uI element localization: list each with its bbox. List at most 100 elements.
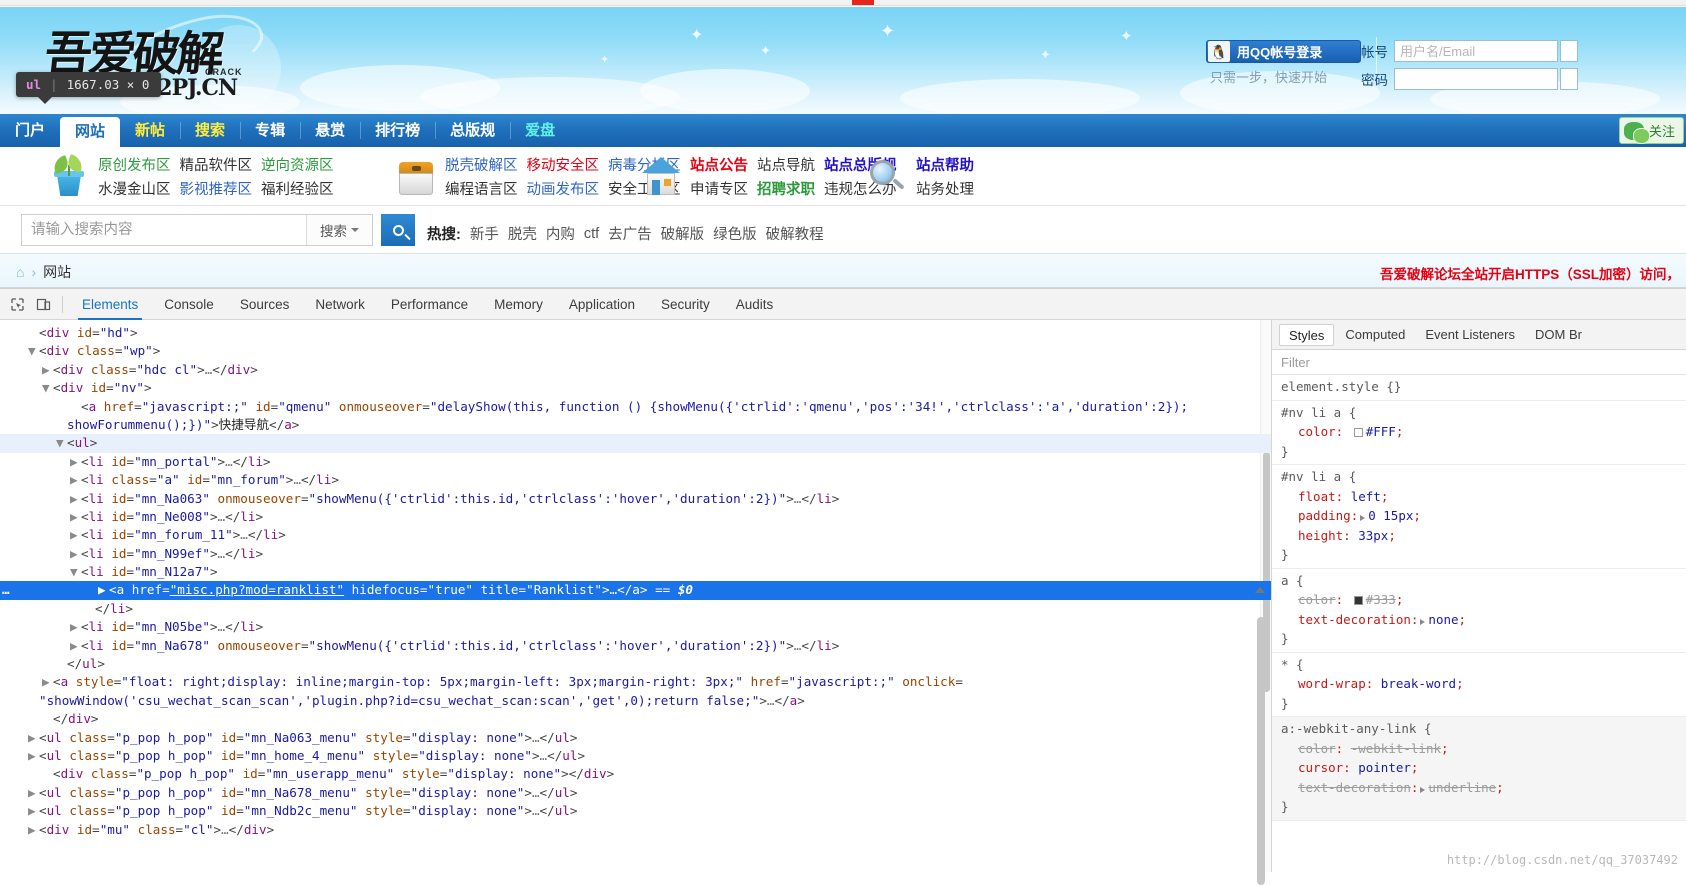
dom-tree-pane[interactable]: <div id="hd"> ▼ <div class="wp"> ▶ <div clas… xyxy=(0,320,1271,872)
nav-item-网站[interactable]: 网站 xyxy=(60,117,121,147)
css-declaration[interactable]: padding: 0 15px; xyxy=(1281,506,1686,526)
expand-triangle-icon[interactable]: ▶ xyxy=(70,453,81,471)
dom-node-selected[interactable]: … ▶ <a href="misc.php?mod=ranklist" hidefo… xyxy=(0,581,1271,600)
account-input[interactable] xyxy=(1394,40,1558,62)
dom-node[interactable]: ▶ <ul class="p_pop h_pop" id="mn_Na063_me… xyxy=(0,729,1271,747)
collapse-triangle-icon[interactable]: ▼ xyxy=(56,434,67,452)
expand-triangle-icon[interactable]: ▶ xyxy=(70,618,81,636)
expand-triangle-icon[interactable]: ▶ xyxy=(28,747,39,765)
quick-link[interactable]: 站点帮助 xyxy=(916,154,974,175)
quick-link[interactable]: 脱壳破解区 xyxy=(445,154,518,175)
expand-shorthand-icon[interactable] xyxy=(1420,786,1426,793)
dom-node[interactable]: ▶ <div id="mu" class="cl">…</div> xyxy=(0,821,1271,839)
styles-scrollbar-thumb[interactable] xyxy=(1257,617,1265,885)
devtools-tab-console[interactable]: Console xyxy=(151,289,227,320)
quick-link[interactable]: 招聘求职 xyxy=(757,178,815,199)
inspect-element-icon[interactable] xyxy=(4,292,30,316)
quick-link[interactable]: 站点公告 xyxy=(690,154,748,175)
dom-node[interactable]: ▼ <ul> xyxy=(0,434,1271,453)
nav-item-专辑[interactable]: 专辑 xyxy=(240,114,300,147)
collapse-triangle-icon[interactable]: ▼ xyxy=(70,563,81,581)
nav-item-总版规[interactable]: 总版规 xyxy=(435,114,510,147)
dom-node[interactable]: <div class="p_pop h_pop" id="mn_userapp_… xyxy=(0,765,1271,783)
dom-node[interactable]: ▶ <li id="mn_portal">…</li> xyxy=(0,453,1271,471)
devtools-tab-elements[interactable]: Elements xyxy=(69,289,151,320)
breadcrumb-current[interactable]: 网站 xyxy=(43,262,71,282)
password-input[interactable] xyxy=(1394,68,1558,90)
styles-filter-input[interactable]: Filter xyxy=(1272,350,1686,375)
css-declaration[interactable]: cursor: pointer; xyxy=(1281,758,1686,778)
expand-triangle-icon[interactable]: ▶ xyxy=(28,729,39,747)
dom-node[interactable]: ▶ <div class="hdc cl">…</div> xyxy=(0,361,1271,379)
search-submit-button[interactable] xyxy=(381,214,415,246)
expand-triangle-icon[interactable]: ▶ xyxy=(98,581,109,599)
search-scope-select[interactable]: 搜索 xyxy=(306,215,372,245)
quick-link[interactable]: 精品软件区 xyxy=(180,154,253,175)
wechat-follow-badge[interactable]: 关注 xyxy=(1618,117,1684,144)
expand-triangle-icon[interactable]: ▶ xyxy=(28,821,39,839)
css-declaration[interactable]: color: -webkit-link; xyxy=(1281,739,1686,759)
expand-shorthand-icon[interactable] xyxy=(1360,515,1366,521)
quick-link[interactable]: 福利经验区 xyxy=(261,178,334,199)
nav-item-搜索[interactable]: 搜索 xyxy=(180,114,240,147)
quick-link[interactable]: 逆向资源区 xyxy=(261,154,334,175)
css-declaration[interactable]: text-decoration: underline; xyxy=(1281,778,1686,798)
qq-login-button[interactable]: 🐧 用QQ帐号登录 xyxy=(1206,40,1361,63)
expand-triangle-icon[interactable]: ▶ xyxy=(42,361,53,379)
nav-item-新帖[interactable]: 新帖 xyxy=(120,114,180,147)
css-declaration[interactable]: color: #FFF; xyxy=(1281,422,1686,442)
password-input-overflow[interactable] xyxy=(1560,68,1578,90)
hot-search-item[interactable]: 脱壳 xyxy=(508,223,537,244)
site-logo[interactable]: 吾爱破解 CRACK 52PJ.CN xyxy=(42,7,295,111)
devtools-tab-sources[interactable]: Sources xyxy=(227,289,303,320)
css-rule[interactable]: element.style {} xyxy=(1272,375,1686,401)
expand-triangle-icon[interactable]: ▶ xyxy=(70,526,81,544)
nav-item-爱盘[interactable]: 爱盘 xyxy=(510,114,570,147)
collapse-triangle-icon[interactable]: ▼ xyxy=(42,379,53,397)
quick-link[interactable]: 编程语言区 xyxy=(445,178,518,199)
css-declaration[interactable]: word-wrap: break-word; xyxy=(1281,674,1686,694)
quick-link[interactable]: 影视推荐区 xyxy=(180,178,253,199)
devtools-tab-network[interactable]: Network xyxy=(302,289,378,320)
dom-node[interactable]: </li> xyxy=(0,600,1271,618)
quick-link[interactable]: 申请专区 xyxy=(690,178,748,199)
dom-node[interactable]: <a href="javascript:;" id="qmenu" onmous… xyxy=(0,398,1271,416)
collapse-triangle-icon[interactable]: ▼ xyxy=(28,342,39,360)
dom-node[interactable]: ▶ <ul class="p_pop h_pop" id="mn_Ndb2c_me… xyxy=(0,802,1271,820)
dom-node[interactable]: showForummenu();})">快捷导航</a> xyxy=(0,416,1271,434)
dom-node[interactable]: ▼ <div class="wp"> xyxy=(0,342,1271,360)
color-swatch[interactable] xyxy=(1353,596,1363,605)
quick-link[interactable]: 站务处理 xyxy=(916,178,974,199)
dom-node[interactable]: ▶ <ul class="p_pop h_pop" id="mn_Na678_me… xyxy=(0,784,1271,802)
dom-node[interactable]: ▶ <li id="mn_Ne008">…</li> xyxy=(0,508,1271,526)
dom-node[interactable]: ▶ <li id="mn_N99ef">…</li> xyxy=(0,545,1271,563)
expand-triangle-icon[interactable]: ▶ xyxy=(28,784,39,802)
expand-triangle-icon[interactable]: ▶ xyxy=(70,471,81,489)
expand-triangle-icon[interactable]: ▶ xyxy=(70,490,81,508)
css-rule[interactable]: a {color: #333; text-decoration: none;} xyxy=(1272,569,1686,653)
css-declaration[interactable]: text-decoration: none; xyxy=(1281,610,1686,630)
expand-triangle-icon[interactable]: ▶ xyxy=(70,545,81,563)
quick-link[interactable]: 动画发布区 xyxy=(527,178,600,199)
dom-node[interactable]: ▶ <a style="float: right;display: inline;… xyxy=(0,673,1271,691)
dom-node[interactable]: ▶ <li id="mn_Na063" onmouseover="showMenu… xyxy=(0,490,1271,508)
expand-triangle-icon[interactable]: ▶ xyxy=(28,802,39,820)
devtools-tab-performance[interactable]: Performance xyxy=(378,289,481,320)
expand-triangle-icon[interactable]: ▶ xyxy=(42,673,53,691)
css-rule[interactable]: * {word-wrap: break-word;} xyxy=(1272,653,1686,717)
expand-triangle-icon[interactable]: ▶ xyxy=(70,637,81,655)
dom-node[interactable]: </div> xyxy=(0,710,1271,728)
css-declaration[interactable]: color: #333; xyxy=(1281,590,1686,610)
dom-node[interactable]: </ul> xyxy=(0,655,1271,673)
dom-node[interactable]: ▶ <li class="a" id="mn_forum">…</li> xyxy=(0,471,1271,489)
dom-node[interactable]: ▶ <li id="mn_N05be">…</li> xyxy=(0,618,1271,636)
home-icon[interactable]: ⌂ xyxy=(16,264,24,280)
css-rule[interactable]: a:-webkit-any-link {color: -webkit-link;… xyxy=(1272,717,1686,821)
styles-subtab-styles[interactable]: Styles xyxy=(1279,323,1335,346)
expand-triangle-icon[interactable]: ▶ xyxy=(70,508,81,526)
search-input[interactable] xyxy=(22,215,306,245)
dom-node[interactable]: ▼ <li id="mn_N12a7"> xyxy=(0,563,1271,581)
hot-search-item[interactable]: 去广告 xyxy=(608,223,652,244)
nav-item-门户[interactable]: 门户 xyxy=(0,114,60,147)
hot-search-item[interactable]: 内购 xyxy=(546,223,575,244)
